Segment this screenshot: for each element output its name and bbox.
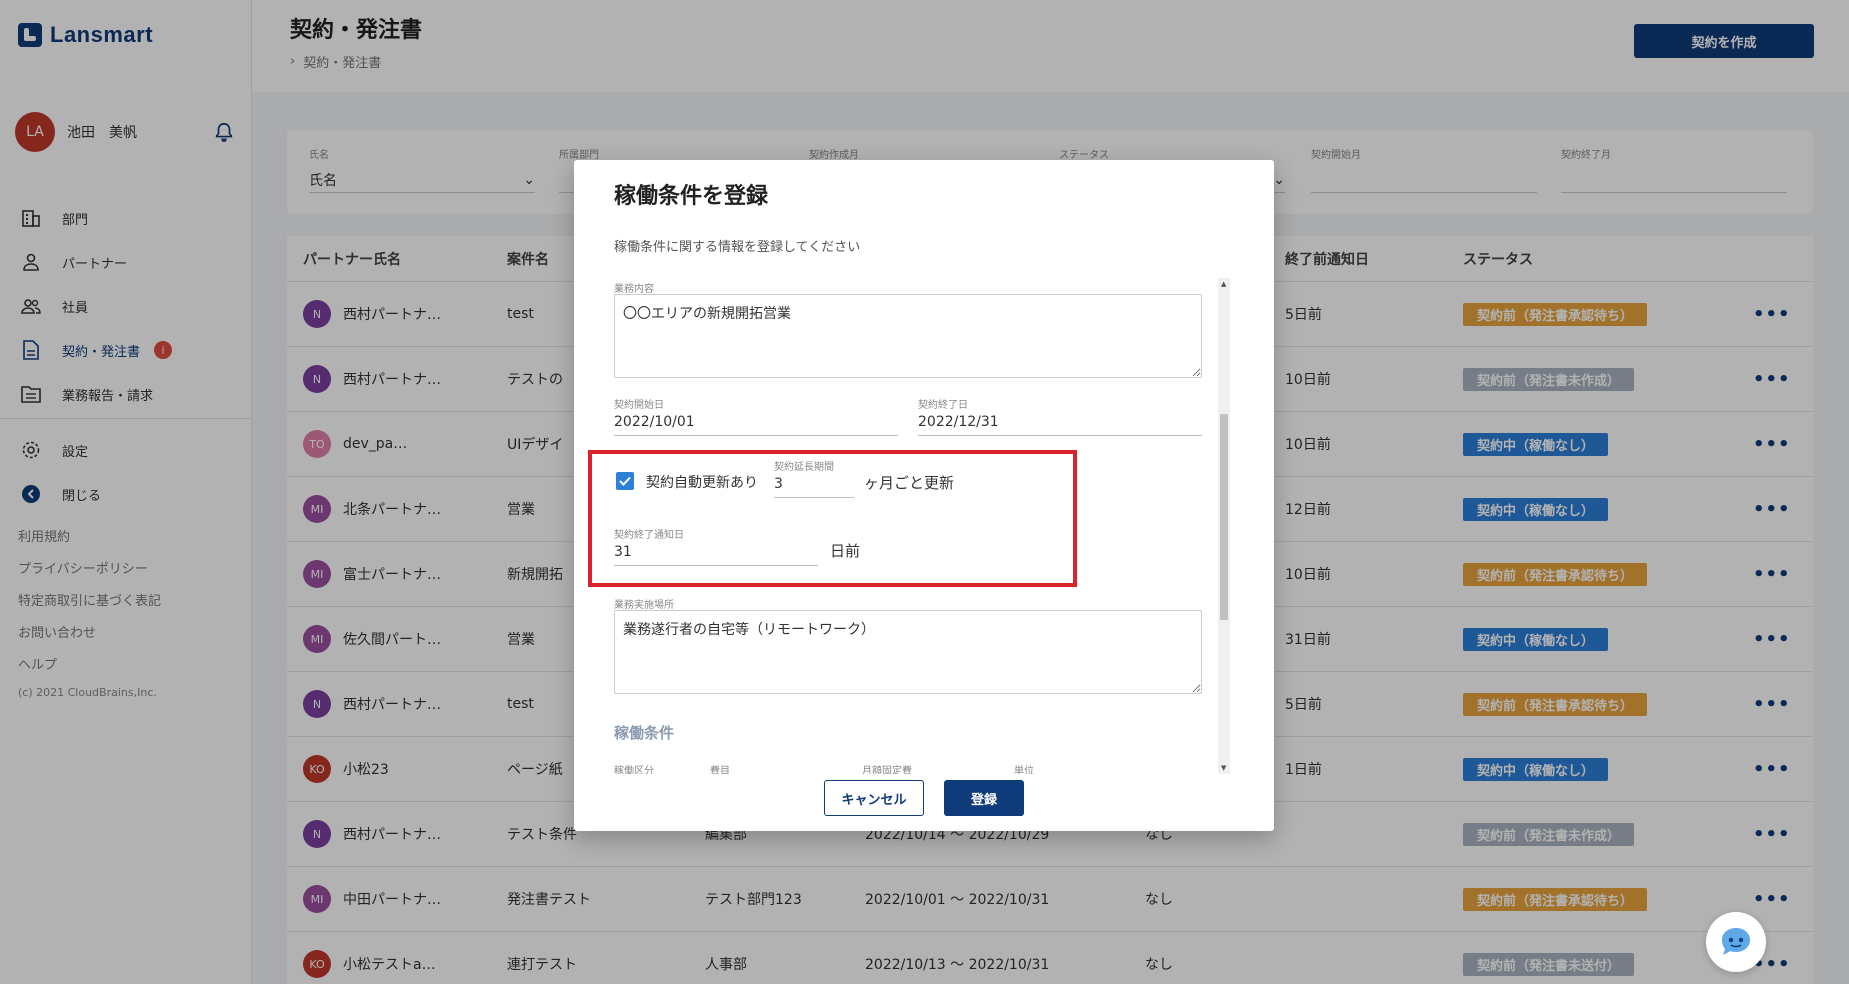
cond-col-monthly: 月額固定費 <box>862 766 912 774</box>
cond-col-type: 稼働区分 <box>614 766 654 774</box>
work-place-textarea[interactable] <box>614 610 1202 694</box>
work-content-textarea[interactable] <box>614 294 1202 378</box>
conditions-heading: 稼働条件 <box>614 724 675 742</box>
work-content-label: 業務内容 <box>614 284 654 295</box>
scrollbar-thumb[interactable] <box>1220 414 1228 620</box>
cancel-button[interactable]: キャンセル <box>824 780 924 816</box>
chat-bot-icon <box>1722 928 1750 955</box>
work-place-label: 業務実施場所 <box>614 600 674 611</box>
cond-col-unit: 単位 <box>1014 766 1034 774</box>
highlight-box <box>588 450 1077 587</box>
modal-title: 稼働条件を登録 <box>614 184 769 209</box>
cond-col-expense: 費目 <box>710 766 730 774</box>
chat-support-button[interactable] <box>1706 912 1766 972</box>
end-date-input[interactable]: 2022/12/31 <box>918 408 1202 436</box>
submit-button[interactable]: 登録 <box>944 780 1024 816</box>
scroll-up-icon[interactable]: ▲ <box>1221 280 1226 288</box>
modal-description: 稼働条件に関する情報を登録してください <box>614 240 861 255</box>
start-date-input[interactable]: 2022/10/01 <box>614 408 898 436</box>
scroll-down-icon[interactable]: ▼ <box>1221 764 1226 772</box>
modal-scrollbar[interactable]: ▲ ▼ <box>1218 278 1230 774</box>
